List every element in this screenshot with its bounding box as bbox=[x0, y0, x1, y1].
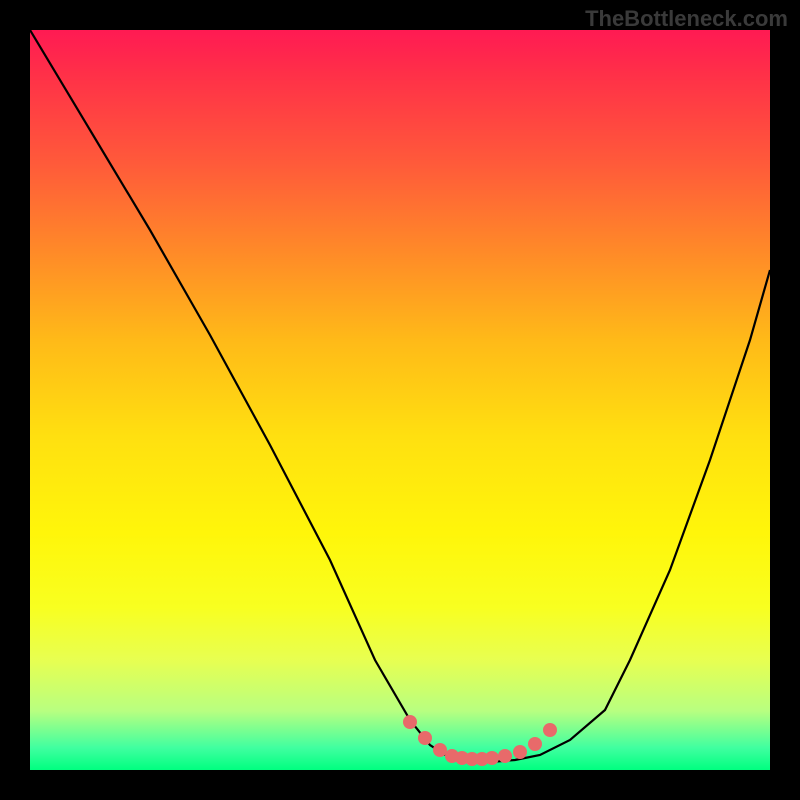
marker-dot bbox=[528, 737, 542, 751]
marker-dot bbox=[403, 715, 417, 729]
plot-area bbox=[30, 30, 770, 770]
marker-dot bbox=[498, 749, 512, 763]
marker-dot bbox=[418, 731, 432, 745]
curve-svg bbox=[30, 30, 770, 770]
curve-markers bbox=[403, 715, 557, 766]
chart-container: TheBottleneck.com bbox=[0, 0, 800, 800]
marker-dot bbox=[485, 751, 499, 765]
bottleneck-curve bbox=[30, 30, 770, 762]
marker-dot bbox=[433, 743, 447, 757]
marker-dot bbox=[513, 745, 527, 759]
watermark-text: TheBottleneck.com bbox=[585, 6, 788, 32]
marker-dot bbox=[543, 723, 557, 737]
